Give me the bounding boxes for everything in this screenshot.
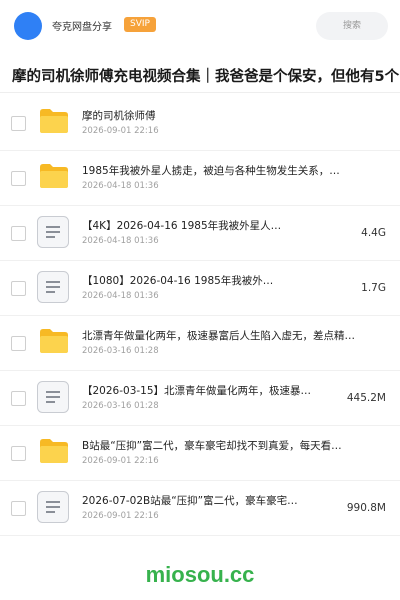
folder-icon — [40, 439, 68, 463]
document-icon — [37, 381, 69, 413]
file-date: 2026-03-16 01:28 — [82, 346, 159, 356]
file-size: 1.7G — [361, 282, 386, 294]
file-size: 4.4G — [361, 227, 386, 239]
search-button[interactable]: 搜索 — [316, 12, 388, 40]
document-icon — [37, 216, 69, 248]
select-checkbox[interactable] — [11, 226, 26, 241]
file-row[interactable]: 【2026-03-15】北漂青年做量化两年，极速暴… 2026-03-16 01:… — [0, 371, 400, 426]
file-size: 990.8M — [346, 502, 386, 514]
file-row[interactable]: 【4K】2026-04-16 1985年我被外星人… 2026-04-18 01:… — [0, 206, 400, 261]
file-list: 摩的司机徐师傅 2026-09-01 22:16 1985年我被外星人掳走，被迫与各… — [0, 96, 400, 536]
folder-icon — [40, 109, 68, 133]
file-date: 2026-09-01 22:16 — [82, 126, 159, 136]
document-icon — [37, 271, 69, 303]
select-checkbox[interactable] — [11, 116, 26, 131]
file-row[interactable]: 1985年我被外星人掳走，被迫与各种生物发生关系，… 2026-04-18 01:… — [0, 151, 400, 206]
file-name[interactable]: 【4K】2026-04-16 1985年我被外星人… — [82, 218, 281, 233]
watermark: miosou.cc — [145, 562, 255, 587]
select-checkbox[interactable] — [11, 501, 26, 516]
file-name[interactable]: 北漂青年做量化两年，极速暴富后人生陷入虚无，差点精… — [82, 328, 355, 343]
file-name[interactable]: 2026-07-02B站最“压抑”富二代，豪车豪宅… — [82, 493, 298, 508]
file-row[interactable]: 2026-07-02B站最“压抑”富二代，豪车豪宅… 2026-09-01 22:… — [0, 481, 400, 536]
select-checkbox[interactable] — [11, 281, 26, 296]
select-checkbox[interactable] — [11, 336, 26, 351]
brand-name: 夸克网盘分享 — [52, 22, 112, 33]
file-row[interactable]: 摩的司机徐师傅 2026-09-01 22:16 — [0, 96, 400, 151]
select-checkbox[interactable] — [11, 391, 26, 406]
file-row[interactable]: 北漂青年做量化两年，极速暴富后人生陷入虚无，差点精… 2026-03-16 01:… — [0, 316, 400, 371]
header: 夸克网盘分享 SVIP 搜索 — [0, 0, 400, 52]
file-name[interactable]: 1985年我被外星人掳走，被迫与各种生物发生关系，… — [82, 163, 340, 178]
file-date: 2026-03-16 01:28 — [82, 401, 159, 411]
file-name[interactable]: 【1080】2026-04-16 1985年我被外… — [82, 273, 273, 288]
file-date: 2026-04-18 01:36 — [82, 236, 159, 246]
file-name[interactable]: B站最“压抑”富二代，豪车豪宅却找不到真爱，每天看… — [82, 438, 342, 453]
select-checkbox[interactable] — [11, 171, 26, 186]
page-title-bar: 摩的司机徐师傅充电视频合集｜我爸爸是个保安，但他有5个 — [0, 56, 400, 93]
document-icon — [37, 491, 69, 523]
select-checkbox[interactable] — [11, 446, 26, 461]
file-row[interactable]: 【1080】2026-04-16 1985年我被外… 2026-04-18 01:… — [0, 261, 400, 316]
folder-icon — [40, 164, 68, 188]
file-date: 2026-04-18 01:36 — [82, 291, 159, 301]
file-date: 2026-04-18 01:36 — [82, 181, 159, 191]
page-title: 摩的司机徐师傅充电视频合集｜我爸爸是个保安，但他有5个 — [12, 69, 400, 85]
file-row[interactable]: B站最“压抑”富二代，豪车豪宅却找不到真爱，每天看… 2026-09-01 22:… — [0, 426, 400, 481]
file-name[interactable]: 【2026-03-15】北漂青年做量化两年，极速暴… — [82, 383, 311, 398]
folder-icon — [40, 329, 68, 353]
file-date: 2026-09-01 22:16 — [82, 456, 159, 466]
svip-badge: SVIP — [124, 17, 156, 32]
avatar[interactable] — [14, 12, 42, 40]
file-size: 445.2M — [346, 392, 386, 404]
file-date: 2026-09-01 22:16 — [82, 511, 159, 521]
file-name[interactable]: 摩的司机徐师傅 — [82, 108, 156, 123]
